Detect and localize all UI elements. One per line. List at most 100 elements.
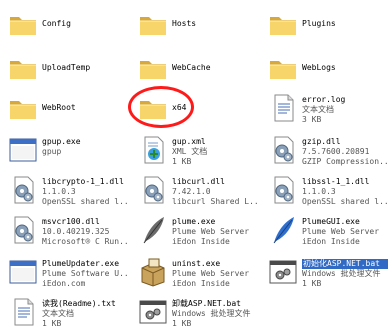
file-item[interactable]: PlumeGUI.exe Plume Web Server iEdon Inside bbox=[260, 212, 388, 254]
item-text: WebRoot bbox=[42, 103, 128, 113]
item-detail: iEdon Inside bbox=[302, 237, 360, 246]
xml-document-icon bbox=[138, 134, 168, 166]
folder-icon bbox=[138, 92, 168, 124]
item-detail: 1 KB bbox=[42, 319, 62, 328]
item-name: 初始化ASP.NET.bat bbox=[302, 259, 388, 269]
batch-file-icon bbox=[138, 296, 168, 328]
folder-icon bbox=[268, 8, 298, 40]
folder-item[interactable]: WebRoot bbox=[0, 90, 128, 132]
item-text: libcrypto-1_1.dll 1.1.0.3 OpenSSL shared l… bbox=[42, 177, 128, 207]
item-detail: 1.1.0.3 bbox=[42, 187, 76, 196]
file-item[interactable]: uninst.exe Plume Web Server iEdon Inside bbox=[130, 254, 258, 296]
item-detail: 1 KB bbox=[302, 279, 322, 288]
item-name: plume.exe bbox=[172, 217, 216, 226]
item-name: WebCache bbox=[172, 63, 211, 72]
dll-gear-icon bbox=[268, 174, 298, 206]
item-detail: Windows 批处理文件 bbox=[172, 309, 251, 318]
item-name: msvcr100.dll bbox=[42, 217, 100, 226]
item-text: UploadTemp bbox=[42, 63, 128, 73]
item-text: WebCache bbox=[172, 63, 258, 73]
folder-icon bbox=[8, 52, 38, 84]
dll-gear-icon bbox=[138, 174, 168, 206]
item-text: x64 bbox=[172, 103, 258, 113]
file-item[interactable]: gzip.dll 7.5.7600.20891 GZIP Compression..… bbox=[260, 132, 388, 174]
file-item[interactable]: 初始化ASP.NET.bat Windows 批处理文件 1 KB bbox=[260, 254, 388, 296]
folder-item[interactable]: x64 bbox=[130, 90, 258, 132]
item-detail: iEdon Inside bbox=[172, 237, 230, 246]
item-name: libcurl.dll bbox=[172, 177, 225, 186]
item-text: msvcr100.dll 10.0.40219.325 Microsoft® C R… bbox=[42, 217, 128, 247]
item-text: gpup.exe gpup bbox=[42, 137, 128, 157]
file-item[interactable]: libcurl.dll 7.42.1.0 libcurl Shared L... bbox=[130, 172, 258, 214]
item-name: x64 bbox=[172, 103, 187, 112]
folder-item[interactable]: Hosts bbox=[130, 6, 258, 48]
dll-gear-icon bbox=[8, 214, 38, 246]
file-item[interactable]: error.log 文本文档 3 KB bbox=[260, 90, 388, 132]
folder-item[interactable]: UploadTemp bbox=[0, 50, 128, 92]
item-name: Plugins bbox=[302, 19, 336, 28]
item-detail: Plume Web Server bbox=[302, 227, 380, 236]
folder-item[interactable]: Plugins bbox=[260, 6, 388, 48]
item-name: Config bbox=[42, 19, 71, 28]
file-item[interactable]: 读我(Readme).txt 文本文档 1 KB bbox=[0, 294, 128, 328]
item-text: gzip.dll 7.5.7600.20891 GZIP Compression..… bbox=[302, 137, 388, 167]
folder-icon bbox=[138, 8, 168, 40]
item-detail: GZIP Compression... bbox=[302, 157, 388, 166]
item-detail: 1.1.0.3 bbox=[302, 187, 336, 196]
item-text: PlumeGUI.exe Plume Web Server iEdon Inside bbox=[302, 217, 388, 247]
item-detail: 3 KB bbox=[302, 115, 322, 124]
text-document-icon bbox=[268, 92, 298, 124]
item-name: error.log bbox=[302, 95, 346, 104]
item-name: UploadTemp bbox=[42, 63, 91, 72]
item-text: libssl-1_1.dll 1.1.0.3 OpenSSL shared l... bbox=[302, 177, 388, 207]
item-name: gzip.dll bbox=[302, 137, 341, 146]
file-item[interactable]: libcrypto-1_1.dll 1.1.0.3 OpenSSL shared l… bbox=[0, 172, 128, 214]
item-name: libssl-1_1.dll bbox=[302, 177, 370, 186]
file-item[interactable]: PlumeUpdater.exe Plume Software U... iEdon… bbox=[0, 254, 128, 296]
item-text: libcurl.dll 7.42.1.0 libcurl Shared L... bbox=[172, 177, 258, 207]
item-name: WebRoot bbox=[42, 103, 76, 112]
item-text: PlumeUpdater.exe Plume Software U... iEdon… bbox=[42, 259, 128, 289]
item-name: libcrypto-1_1.dll bbox=[42, 177, 124, 186]
file-item[interactable]: libssl-1_1.dll 1.1.0.3 OpenSSL shared l... bbox=[260, 172, 388, 214]
file-item[interactable]: gup.xml XML 文档 1 KB bbox=[130, 132, 258, 174]
item-detail: Microsoft® C Run... bbox=[42, 237, 128, 246]
folder-item[interactable]: WebLogs bbox=[260, 50, 388, 92]
item-detail: Plume Software U... bbox=[42, 269, 128, 278]
feather-blue-icon bbox=[268, 214, 298, 246]
folder-icon bbox=[8, 92, 38, 124]
item-detail: 1 KB bbox=[172, 157, 192, 166]
text-document-icon bbox=[8, 296, 38, 328]
item-detail: gpup bbox=[42, 147, 62, 156]
item-detail: 7.42.1.0 bbox=[172, 187, 211, 196]
file-item[interactable]: plume.exe Plume Web Server iEdon Inside bbox=[130, 212, 258, 254]
item-detail: OpenSSL shared l... bbox=[42, 197, 128, 206]
item-text: Hosts bbox=[172, 19, 258, 29]
item-detail: XML 文档 bbox=[172, 147, 208, 156]
item-detail: libcurl Shared L... bbox=[172, 197, 258, 206]
item-text: Plugins bbox=[302, 19, 388, 29]
file-item[interactable]: 卸载ASP.NET.bat Windows 批处理文件 1 KB bbox=[130, 294, 258, 328]
item-detail: iEdon.com bbox=[42, 279, 86, 288]
feather-icon bbox=[138, 214, 168, 246]
item-detail: OpenSSL shared l... bbox=[302, 197, 388, 206]
batch-file-icon bbox=[268, 256, 298, 288]
file-item[interactable]: gpup.exe gpup bbox=[0, 132, 128, 174]
folder-item[interactable]: WebCache bbox=[130, 50, 258, 92]
folder-icon bbox=[138, 52, 168, 84]
installer-box-icon bbox=[138, 256, 168, 288]
item-text: 卸载ASP.NET.bat Windows 批处理文件 1 KB bbox=[172, 299, 258, 328]
item-name: 读我(Readme).txt bbox=[42, 299, 116, 308]
file-icon-view: Config Hosts Plugins UploadTemp WebCache WebL… bbox=[0, 0, 390, 328]
folder-icon bbox=[8, 8, 38, 40]
item-name: 卸载ASP.NET.bat bbox=[172, 299, 241, 308]
item-detail: Windows 批处理文件 bbox=[302, 269, 381, 278]
item-text: 读我(Readme).txt 文本文档 1 KB bbox=[42, 299, 128, 328]
item-name: Hosts bbox=[172, 19, 197, 28]
dll-gear-icon bbox=[8, 174, 38, 206]
file-item[interactable]: msvcr100.dll 10.0.40219.325 Microsoft® C R… bbox=[0, 212, 128, 254]
item-name: WebLogs bbox=[302, 63, 336, 72]
folder-item[interactable]: Config bbox=[0, 6, 128, 48]
item-text: Config bbox=[42, 19, 128, 29]
item-text: 初始化ASP.NET.bat Windows 批处理文件 1 KB bbox=[302, 259, 388, 289]
